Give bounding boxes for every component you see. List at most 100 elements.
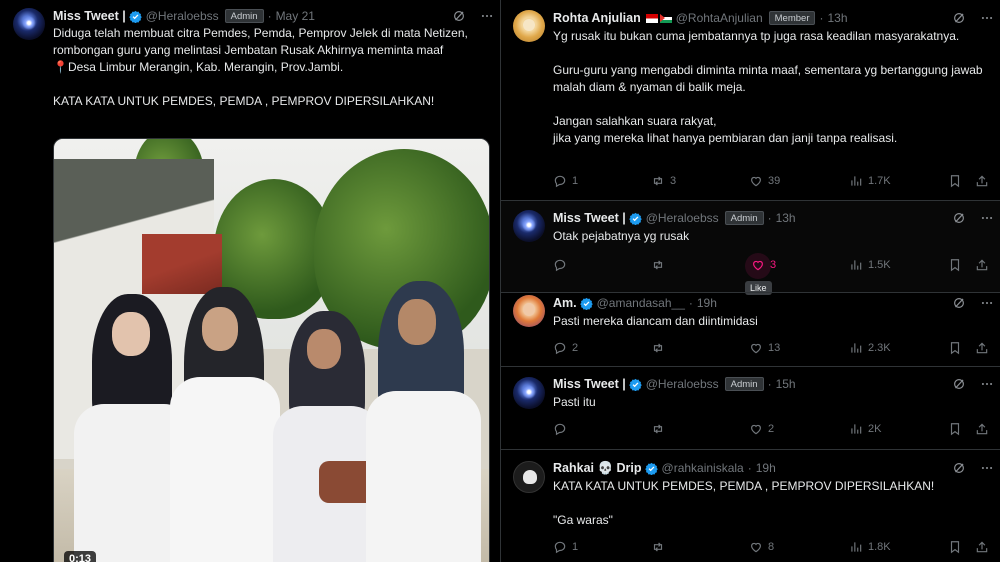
reply-author-name[interactable]: Miss Tweet | (553, 211, 626, 225)
like-icon (749, 422, 763, 436)
author-handle[interactable]: @Heraloebss (146, 9, 219, 23)
repost-icon (651, 540, 665, 554)
like-button[interactable]: 2 (749, 422, 774, 436)
reply-button[interactable] (553, 258, 572, 272)
reply-author-handle[interactable]: @rahkainiskala (662, 461, 744, 475)
author-name[interactable]: Miss Tweet | (53, 9, 126, 23)
grok-icon[interactable] (952, 377, 966, 391)
verified-icon (580, 297, 593, 310)
views-button[interactable]: 1.7K (849, 174, 891, 188)
admin-badge: Admin (724, 377, 764, 391)
like-icon (751, 258, 765, 272)
reply-icon (553, 341, 567, 355)
bookmark-icon (948, 258, 962, 272)
bookmark-button[interactable] (948, 258, 967, 272)
reply-avatar[interactable] (513, 461, 545, 493)
share-icon (975, 258, 989, 272)
reply-button[interactable]: 2 (553, 341, 578, 355)
views-button[interactable]: 1.5K (849, 258, 891, 272)
more-icon[interactable] (980, 296, 994, 310)
reply-time[interactable]: 13h (827, 11, 847, 25)
reply-author-handle[interactable]: @Heraloebss (646, 211, 719, 225)
reply-avatar[interactable] (513, 10, 545, 42)
reply-author-name[interactable]: Rahkai 💀 Drip (553, 461, 642, 476)
author-avatar[interactable] (13, 8, 45, 40)
bookmark-button[interactable] (948, 540, 967, 554)
more-icon[interactable] (980, 211, 994, 225)
like-button[interactable]: 3 (751, 258, 776, 272)
like-icon (749, 341, 763, 355)
more-icon[interactable] (980, 377, 994, 391)
verified-icon (129, 10, 142, 23)
views-icon (849, 174, 863, 188)
like-icon (749, 174, 763, 188)
bookmark-button[interactable] (948, 174, 967, 188)
reply-actions: 3 1.5K (553, 258, 993, 274)
repost-button[interactable] (651, 540, 670, 554)
views-button[interactable]: 1.8K (849, 540, 891, 554)
like-button[interactable]: 8 (749, 540, 774, 554)
indonesia-flag-icon (645, 13, 658, 23)
like-button[interactable]: 13 (749, 341, 780, 355)
reply-author-handle[interactable]: @RohtaAnjulian (676, 11, 763, 25)
share-icon (975, 174, 989, 188)
reply-author-name[interactable]: Am. (553, 296, 577, 310)
reply-avatar[interactable] (513, 295, 545, 327)
reply-avatar[interactable] (513, 377, 545, 409)
bookmark-icon (948, 174, 962, 188)
share-button[interactable] (975, 540, 994, 554)
reply-time[interactable]: 19h (756, 461, 776, 475)
bookmark-button[interactable] (948, 422, 967, 436)
grok-icon[interactable] (952, 296, 966, 310)
reply-time[interactable]: 13h (776, 211, 796, 225)
like-icon (749, 540, 763, 554)
reply-icon (553, 258, 567, 272)
share-icon (975, 341, 989, 355)
repost-icon (651, 258, 665, 272)
reply-author-handle[interactable]: @Heraloebss (646, 377, 719, 391)
reply-avatar[interactable] (513, 210, 545, 242)
bookmark-icon (948, 341, 962, 355)
post-text: Diduga telah membuat citra Pemdes, Pemda… (53, 26, 468, 108)
more-icon[interactable] (480, 9, 494, 23)
share-button[interactable] (975, 341, 994, 355)
repost-icon (651, 341, 665, 355)
views-icon (849, 422, 863, 436)
reply-actions: 1 8 1.8K (553, 540, 993, 556)
post-video[interactable]: 0:13 (53, 138, 490, 562)
reply-time[interactable]: 19h (697, 296, 717, 310)
reply-author-handle[interactable]: @amandasah__ (597, 296, 685, 310)
grok-icon[interactable] (952, 211, 966, 225)
views-button[interactable]: 2.3K (849, 341, 891, 355)
repost-button[interactable] (651, 422, 670, 436)
reply-icon (553, 422, 567, 436)
repost-button[interactable] (651, 341, 670, 355)
more-icon[interactable] (980, 461, 994, 475)
reply-time[interactable]: 15h (776, 377, 796, 391)
views-icon (849, 540, 863, 554)
repost-icon (651, 422, 665, 436)
share-button[interactable] (975, 258, 994, 272)
grok-icon[interactable] (952, 11, 966, 25)
video-timestamp: 0:13 (64, 551, 97, 562)
bookmark-button[interactable] (948, 341, 967, 355)
reply-author-name[interactable]: Miss Tweet | (553, 377, 626, 391)
grok-icon[interactable] (952, 461, 966, 475)
repost-button[interactable] (651, 258, 670, 272)
reply-button[interactable]: 1 (553, 540, 578, 554)
reply-button[interactable]: 1 (553, 174, 578, 188)
more-icon[interactable] (980, 11, 994, 25)
repost-button[interactable]: 3 (651, 174, 676, 188)
views-button[interactable]: 2K (849, 422, 881, 436)
grok-icon[interactable] (452, 9, 466, 23)
post-header: Miss Tweet | @Heraloebss Admin · May 21 (53, 9, 315, 23)
reply-author-name[interactable]: Rohta Anjulian (553, 11, 641, 25)
verified-icon (629, 378, 642, 391)
post-time[interactable]: May 21 (276, 9, 315, 23)
like-button[interactable]: 39 (749, 174, 780, 188)
share-button[interactable] (975, 422, 994, 436)
share-button[interactable] (975, 174, 994, 188)
admin-badge: Admin (724, 211, 764, 225)
reply-button[interactable] (553, 422, 572, 436)
reply-icon (553, 174, 567, 188)
